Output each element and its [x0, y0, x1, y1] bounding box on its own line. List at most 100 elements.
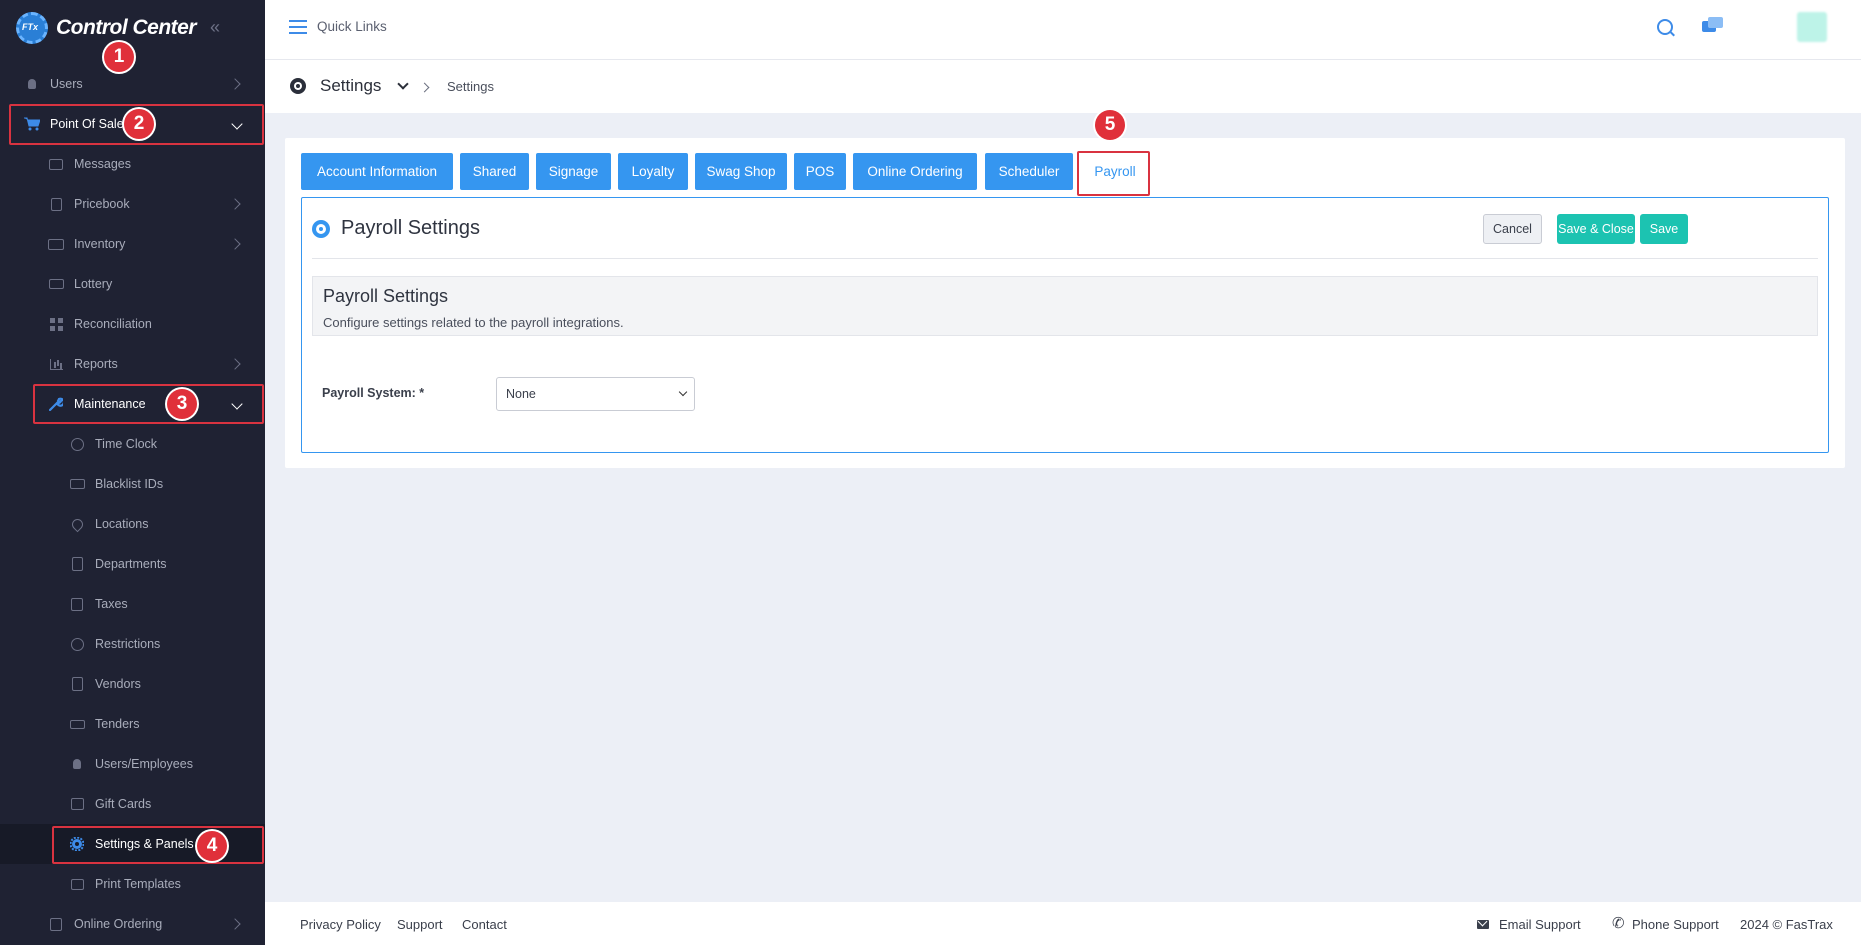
sidebar-item-locations[interactable]: Locations [0, 504, 265, 544]
chevron-right-icon [229, 78, 241, 90]
sidebar: FTx Control Center « Users Point Of Sale… [0, 0, 265, 945]
info-description: Configure settings related to the payrol… [323, 315, 624, 330]
sidebar-item-taxes[interactable]: Taxes [0, 584, 265, 624]
user-name-blurred[interactable] [1746, 21, 1786, 35]
support-link[interactable]: Support [397, 917, 443, 932]
grid-icon [48, 316, 64, 332]
save-button[interactable]: Save [1640, 214, 1688, 244]
phone-icon [1612, 914, 1625, 932]
contact-icon [69, 676, 85, 692]
payroll-system-select[interactable]: None [496, 377, 695, 411]
chevron-right-icon [229, 918, 241, 930]
sidebar-item-departments[interactable]: Departments [0, 544, 265, 584]
logo-gear-icon: FTx [14, 11, 54, 45]
sidebar-item-gift-cards[interactable]: Gift Cards [0, 784, 265, 824]
email-support-link[interactable]: Email Support [1499, 917, 1581, 932]
info-title: Payroll Settings [323, 286, 449, 306]
payroll-system-value: None [506, 387, 536, 401]
sidebar-item-time-clock[interactable]: Time Clock [0, 424, 265, 464]
tab-online-ordering[interactable]: Online Ordering [853, 153, 977, 190]
cart-icon [24, 116, 40, 132]
phone-support-link[interactable]: Phone Support [1632, 917, 1719, 932]
building-icon [69, 556, 85, 572]
sidebar-item-vendors[interactable]: Vendors [0, 664, 265, 704]
breadcrumb: Settings Settings [265, 60, 1861, 113]
sidebar-item-inventory[interactable]: Inventory [0, 224, 265, 264]
sidebar-item-print-templates[interactable]: Print Templates [0, 864, 265, 904]
sidebar-item-restrictions[interactable]: Restrictions [0, 624, 265, 664]
sidebar-item-blacklist-ids[interactable]: Blacklist IDs [0, 464, 265, 504]
privacy-policy-link[interactable]: Privacy Policy [300, 917, 381, 932]
search-icon[interactable] [1657, 19, 1673, 35]
tab-payroll[interactable]: Payroll [1080, 153, 1150, 190]
copyright: 2024 © FasTrax [1740, 917, 1833, 932]
location-pin-icon [69, 516, 85, 532]
money-icon [69, 716, 85, 732]
sidebar-item-online-ordering[interactable]: Online Ordering [0, 904, 265, 944]
chevron-right-icon [419, 82, 430, 93]
breadcrumb-current: Settings [447, 79, 494, 94]
tab-shared[interactable]: Shared [460, 153, 529, 190]
contact-link[interactable]: Contact [462, 917, 507, 932]
info-box: Payroll Settings Configure settings rela… [312, 276, 1818, 336]
sidebar-item-reports[interactable]: Reports [0, 344, 265, 384]
sidebar-item-messages[interactable]: Messages [0, 144, 265, 184]
users-icon [24, 76, 40, 92]
ticket-icon [48, 276, 64, 292]
gear-icon [312, 220, 330, 238]
tab-pos[interactable]: POS [794, 153, 846, 190]
gift-icon [69, 796, 85, 812]
payroll-settings-panel: Payroll Settings Cancel Save & Close Sav… [301, 197, 1829, 453]
annotation-badge-4: 4 [197, 831, 227, 861]
chevron-right-icon [229, 358, 241, 370]
avatar[interactable] [1797, 12, 1827, 42]
clock-icon [69, 436, 85, 452]
annotation-badge-1: 1 [104, 42, 134, 72]
inventory-icon [48, 236, 64, 252]
sidebar-item-users-employees[interactable]: Users/Employees [0, 744, 265, 784]
logo[interactable]: FTx Control Center [14, 10, 197, 46]
email-icon [1477, 920, 1489, 929]
sidebar-item-maintenance[interactable]: Maintenance [0, 384, 265, 424]
printer-icon [69, 876, 85, 892]
wrench-icon [48, 396, 64, 412]
dollar-icon [69, 596, 85, 612]
users-icon [69, 756, 85, 772]
sidebar-item-users[interactable]: Users [0, 64, 265, 104]
gear-icon [290, 78, 306, 94]
chevron-right-icon [229, 198, 241, 210]
id-card-icon [69, 476, 85, 492]
annotation-badge-5: 5 [1095, 110, 1125, 140]
chart-icon [48, 356, 64, 372]
gear-icon [69, 836, 85, 852]
messages-icon [48, 156, 64, 172]
tab-swag-shop[interactable]: Swag Shop [695, 153, 787, 190]
tab-account-information[interactable]: Account Information [301, 153, 453, 190]
cancel-button[interactable]: Cancel [1483, 214, 1542, 244]
sidebar-item-pricebook[interactable]: Pricebook [0, 184, 265, 224]
page-title[interactable]: Settings [320, 76, 381, 96]
menu-icon[interactable] [289, 20, 307, 34]
footer: Privacy Policy Support Contact Email Sup… [265, 902, 1861, 945]
shopping-bag-icon [48, 916, 64, 932]
chevron-down-icon [231, 118, 243, 130]
sidebar-item-reconciliation[interactable]: Reconciliation [0, 304, 265, 344]
tab-loyalty[interactable]: Loyalty [618, 153, 688, 190]
tab-signage[interactable]: Signage [536, 153, 611, 190]
chevron-down-icon [231, 398, 243, 410]
sidebar-item-tenders[interactable]: Tenders [0, 704, 265, 744]
save-close-button[interactable]: Save & Close [1557, 214, 1635, 244]
sidebar-item-lottery[interactable]: Lottery [0, 264, 265, 304]
annotation-badge-3: 3 [167, 389, 197, 419]
chevron-down-icon [678, 387, 688, 397]
app-title: Control Center [56, 16, 197, 39]
chevron-right-icon [229, 238, 241, 250]
annotation-badge-2: 2 [124, 109, 154, 139]
tab-scheduler[interactable]: Scheduler [985, 153, 1073, 190]
quick-links[interactable]: Quick Links [317, 19, 387, 34]
collapse-sidebar-icon[interactable]: « [210, 18, 228, 36]
top-bar: Quick Links [265, 0, 1861, 60]
chat-icon[interactable] [1702, 17, 1724, 35]
ban-icon [69, 636, 85, 652]
chevron-down-icon[interactable] [397, 78, 409, 90]
